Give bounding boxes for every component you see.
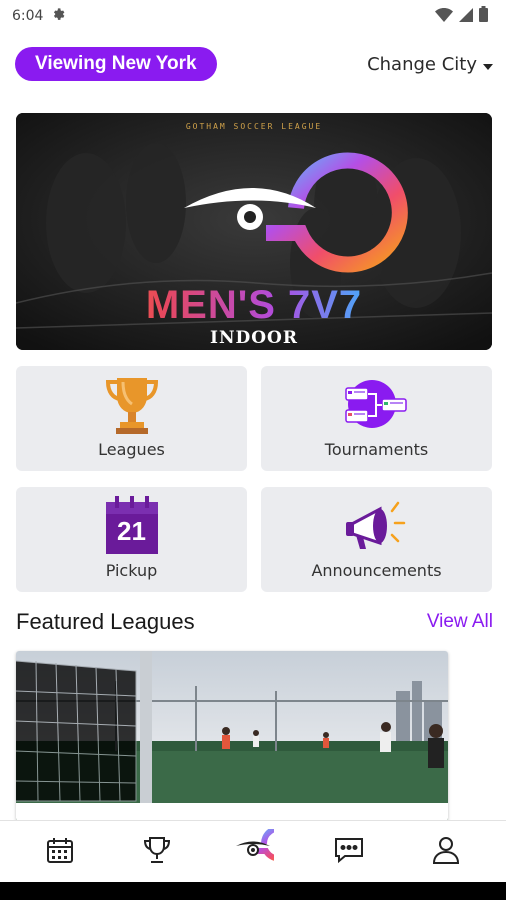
featured-leagues-title: Featured Leagues — [16, 609, 195, 634]
gotham-logo-icon — [232, 825, 297, 875]
status-bar: 6:04 — [0, 0, 506, 32]
nav-messages[interactable] — [324, 827, 374, 877]
featured-league-card[interactable] — [16, 651, 448, 821]
tile-pickup-label: Pickup — [105, 561, 158, 580]
tile-tournaments[interactable]: Tournaments — [261, 366, 492, 471]
city-row: Viewing New York Change City — [15, 46, 493, 82]
tile-pickup[interactable]: 21 Pickup — [16, 487, 247, 592]
signal-icon — [459, 7, 473, 26]
change-city-dropdown[interactable]: Change City — [367, 54, 493, 75]
calendar-grid-icon — [46, 836, 74, 868]
battery-icon — [479, 6, 488, 26]
tile-announcements-label: Announcements — [311, 561, 442, 580]
status-left: 6:04 — [12, 6, 67, 26]
viewing-city-button[interactable]: Viewing New York — [15, 47, 217, 81]
tile-leagues[interactable]: Leagues — [16, 366, 247, 471]
bottom-navigation — [0, 820, 506, 882]
system-navigation-bar — [0, 882, 506, 900]
megaphone-icon — [342, 495, 412, 561]
nav-profile[interactable] — [421, 827, 471, 877]
wifi-icon — [435, 7, 453, 26]
calendar-day-number: 21 — [117, 516, 146, 546]
nav-leagues[interactable] — [132, 827, 182, 877]
trophy-icon — [105, 374, 159, 442]
hero-subtitle: INDOOR — [210, 328, 298, 348]
status-right — [435, 6, 488, 26]
bracket-icon — [344, 374, 410, 442]
tile-tournaments-label: Tournaments — [324, 440, 429, 459]
hero-title: MEN'S 7V7 — [16, 283, 492, 328]
nav-schedule[interactable] — [35, 827, 85, 877]
featured-league-photo — [16, 651, 448, 821]
nav-home[interactable] — [228, 825, 297, 877]
calendar-icon: 21 — [105, 496, 159, 560]
caret-down-icon — [483, 54, 493, 75]
chat-icon — [333, 836, 365, 868]
tile-announcements[interactable]: Announcements — [261, 487, 492, 592]
trophy-outline-icon — [142, 835, 172, 869]
tile-leagues-label: Leagues — [98, 440, 165, 459]
change-city-label: Change City — [367, 53, 477, 75]
status-time: 6:04 — [12, 8, 44, 24]
person-icon — [431, 835, 461, 869]
hero-league-name: GOTHAM SOCCER LEAGUE — [185, 122, 323, 131]
settings-gear-icon — [51, 6, 67, 26]
hero-banner[interactable]: GOTHAM SOCCER LEAGUE MEN'S 7V7 INDOOR — [16, 113, 492, 350]
featured-leagues-header: Featured Leagues View All — [16, 606, 493, 638]
view-all-link[interactable]: View All — [427, 611, 493, 633]
